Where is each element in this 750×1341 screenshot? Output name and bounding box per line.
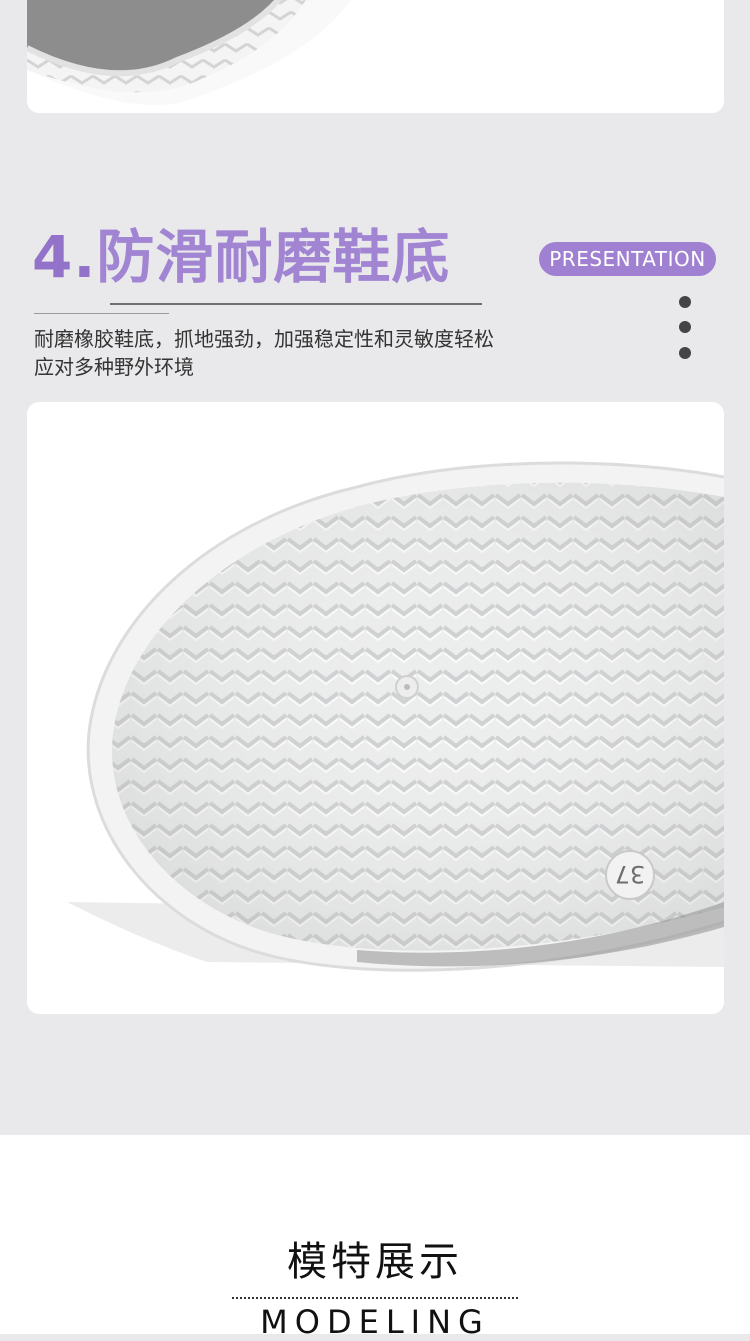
shoe-sole-tread-image: 37 [67, 461, 724, 972]
title-underline-accent [34, 313, 169, 314]
sole-size-mark: 37 [615, 860, 646, 888]
sole-image-card: 37 [27, 402, 724, 1014]
description-line-1: 耐磨橡胶鞋底，抓地强劲，加强稳定性和灵敏度轻松 [34, 327, 494, 351]
footer-divider [232, 1297, 518, 1299]
section-title-text: 防滑耐磨鞋底 [96, 223, 451, 291]
decorative-dot [679, 321, 691, 333]
decorative-dot [679, 296, 691, 308]
description-line-2: 应对多种野外环境 [34, 355, 194, 379]
section-description: 耐磨橡胶鞋底，抓地强劲，加强稳定性和灵敏度轻松 应对多种野外环境 [34, 325, 614, 381]
presentation-badge: PRESENTATION [539, 242, 716, 276]
title-underline [110, 303, 482, 305]
section-title: 4.防滑耐磨鞋底 [32, 228, 450, 286]
top-product-image-card [27, 0, 724, 113]
section-number: 4. [32, 223, 97, 291]
footer-title: 模特展示 [287, 1239, 463, 1285]
sneaker-sole-detail-image [27, 0, 352, 106]
footer-subtitle: MODELING [260, 1303, 490, 1341]
decorative-dot [679, 347, 691, 359]
